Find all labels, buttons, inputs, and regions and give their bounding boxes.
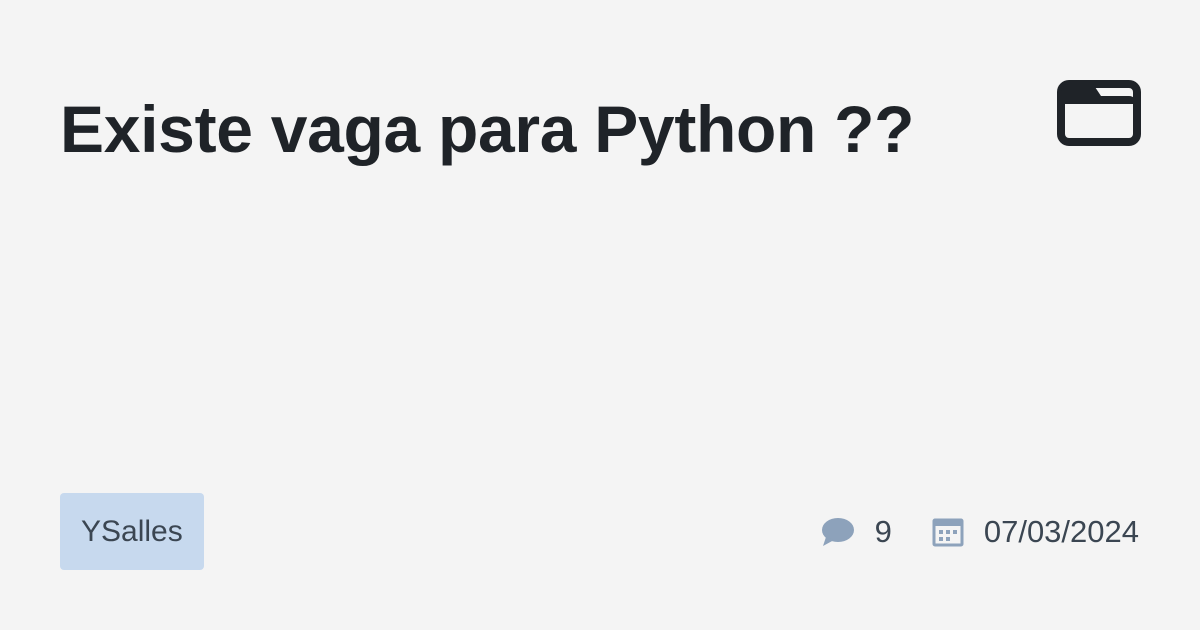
folder-icon bbox=[1057, 80, 1141, 146]
author-badge[interactable]: YSalles bbox=[60, 493, 204, 570]
post-title[interactable]: Existe vaga para Python ?? bbox=[60, 84, 1020, 174]
speech-bubble-icon bbox=[821, 517, 855, 547]
post-meta: 9 07/03/2024 bbox=[821, 493, 1139, 570]
calendar-icon bbox=[932, 517, 964, 547]
comments-count: 9 bbox=[874, 513, 892, 549]
post-date: 07/03/2024 bbox=[983, 513, 1139, 549]
author-name[interactable]: YSalles bbox=[81, 515, 183, 549]
post-preview-card: Existe vaga para Python ?? YSalles 9 07/… bbox=[0, 0, 1200, 630]
